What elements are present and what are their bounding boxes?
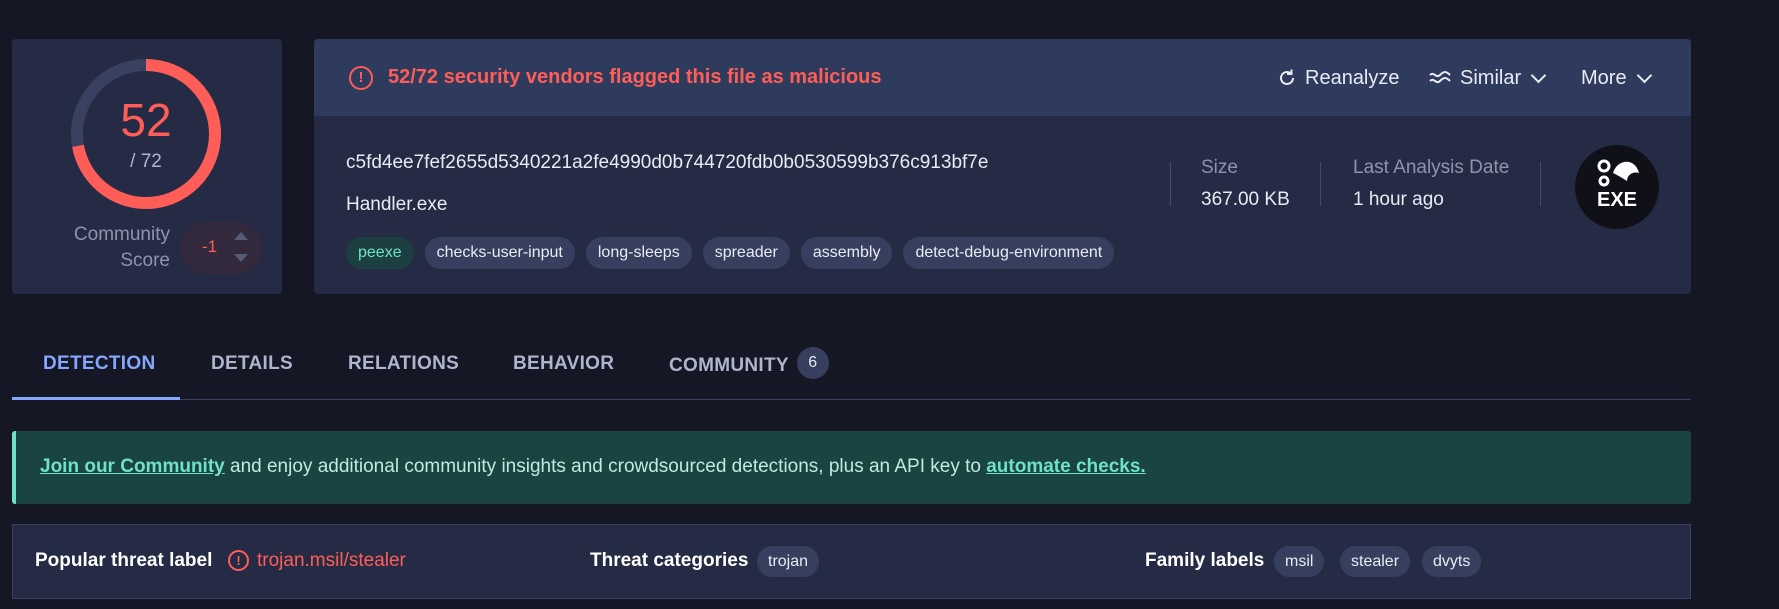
tag-detect-debug-environment[interactable]: detect-debug-environment	[903, 237, 1115, 269]
file-type-badge: EXE	[1575, 145, 1659, 229]
similar-wave-icon	[1429, 71, 1451, 84]
join-community-link[interactable]: Join our Community	[40, 456, 225, 477]
detection-total: / 72	[130, 151, 162, 172]
tag-long-sleeps[interactable]: long-sleeps	[585, 237, 692, 269]
size-label: Size	[1201, 157, 1238, 178]
exclamation-circle-icon: !	[349, 66, 373, 90]
popular-threat-value[interactable]: trojan.msil/stealer	[257, 550, 406, 572]
community-vote-control[interactable]: -1	[180, 222, 262, 274]
community-score-label: Community Score	[50, 222, 170, 274]
detection-count: 52	[120, 94, 172, 146]
tab-community[interactable]: COMMUNITY 6	[669, 346, 829, 400]
community-banner-text: Join our Community and enjoy additional …	[40, 456, 1146, 478]
vote-down-icon[interactable]	[234, 254, 248, 262]
reanalyze-button[interactable]: Reanalyze	[1277, 63, 1400, 93]
tag-peexe[interactable]: peexe	[346, 237, 414, 269]
reanalyze-label: Reanalyze	[1305, 66, 1400, 89]
tab-behavior[interactable]: BEHAVIOR	[513, 346, 614, 400]
size-value: 367.00 KB	[1201, 189, 1290, 210]
tag-spreader[interactable]: spreader	[702, 237, 790, 269]
similar-dropdown[interactable]: Similar	[1428, 63, 1547, 93]
community-banner: Join our Community and enjoy additional …	[12, 431, 1691, 504]
tab-details[interactable]: DETAILS	[211, 346, 293, 400]
last-analysis-date-value: 1 hour ago	[1353, 189, 1444, 210]
more-label: More	[1581, 66, 1627, 89]
popular-threat-label: Popular threat label	[35, 550, 213, 571]
family-label-chip[interactable]: dvyts	[1422, 546, 1482, 577]
more-dropdown[interactable]: More	[1581, 63, 1652, 93]
refresh-icon	[1280, 69, 1294, 85]
file-type-label: EXE	[1596, 189, 1638, 211]
detection-score-card: 52 / 72 Community Score -1	[12, 39, 282, 294]
malicious-alert-text: 52/72 security vendors flagged this file…	[388, 66, 882, 88]
exe-gears-icon	[1597, 159, 1639, 187]
threat-category-chip[interactable]: trojan	[757, 546, 820, 577]
similar-label: Similar	[1460, 66, 1522, 89]
divider	[1170, 162, 1171, 206]
file-hash[interactable]: c5fd4ee7fef2655d5340221a2fe4990d0b744720…	[346, 152, 988, 174]
vote-up-icon[interactable]	[234, 232, 248, 240]
banner-middle-text: and enjoy additional community insights …	[224, 456, 987, 477]
tab-relations[interactable]: RELATIONS	[348, 346, 459, 400]
last-analysis-date-label: Last Analysis Date	[1353, 157, 1510, 178]
tag-assembly[interactable]: assembly	[800, 237, 893, 269]
chevron-down-icon	[1636, 67, 1652, 83]
chevron-down-icon	[1530, 67, 1547, 83]
file-name: Handler.exe	[346, 194, 448, 215]
tag-checks-user-input[interactable]: checks-user-input	[424, 237, 575, 269]
exclamation-circle-icon: !	[228, 550, 249, 571]
tab-detection[interactable]: DETECTION	[43, 346, 155, 400]
tab-community-label: COMMUNITY	[669, 355, 789, 377]
threat-summary-card: Popular threat label ! trojan.msil/steal…	[12, 524, 1691, 599]
file-tags: peexe checks-user-input long-sleeps spre…	[346, 237, 1115, 269]
malicious-alert-bar: ! 52/72 security vendors flagged this fi…	[314, 39, 1691, 116]
family-labels-label: Family labels	[1145, 550, 1265, 571]
active-tab-indicator	[12, 397, 180, 400]
divider	[1540, 162, 1541, 206]
family-label-chip[interactable]: msil	[1274, 546, 1325, 577]
community-score-value: -1	[202, 237, 218, 256]
automate-checks-link[interactable]: automate checks.	[986, 456, 1145, 477]
community-score-label-line1: Community	[73, 224, 170, 245]
community-score-label-line2: Score	[120, 250, 170, 271]
report-tabs: DETECTION DETAILS RELATIONS BEHAVIOR COM…	[12, 346, 1691, 400]
divider	[1320, 162, 1321, 206]
threat-categories-label: Threat categories	[590, 550, 749, 571]
file-summary-card: ! 52/72 security vendors flagged this fi…	[314, 39, 1691, 294]
community-count-badge: 6	[796, 347, 829, 379]
family-label-chip[interactable]: stealer	[1340, 546, 1411, 577]
